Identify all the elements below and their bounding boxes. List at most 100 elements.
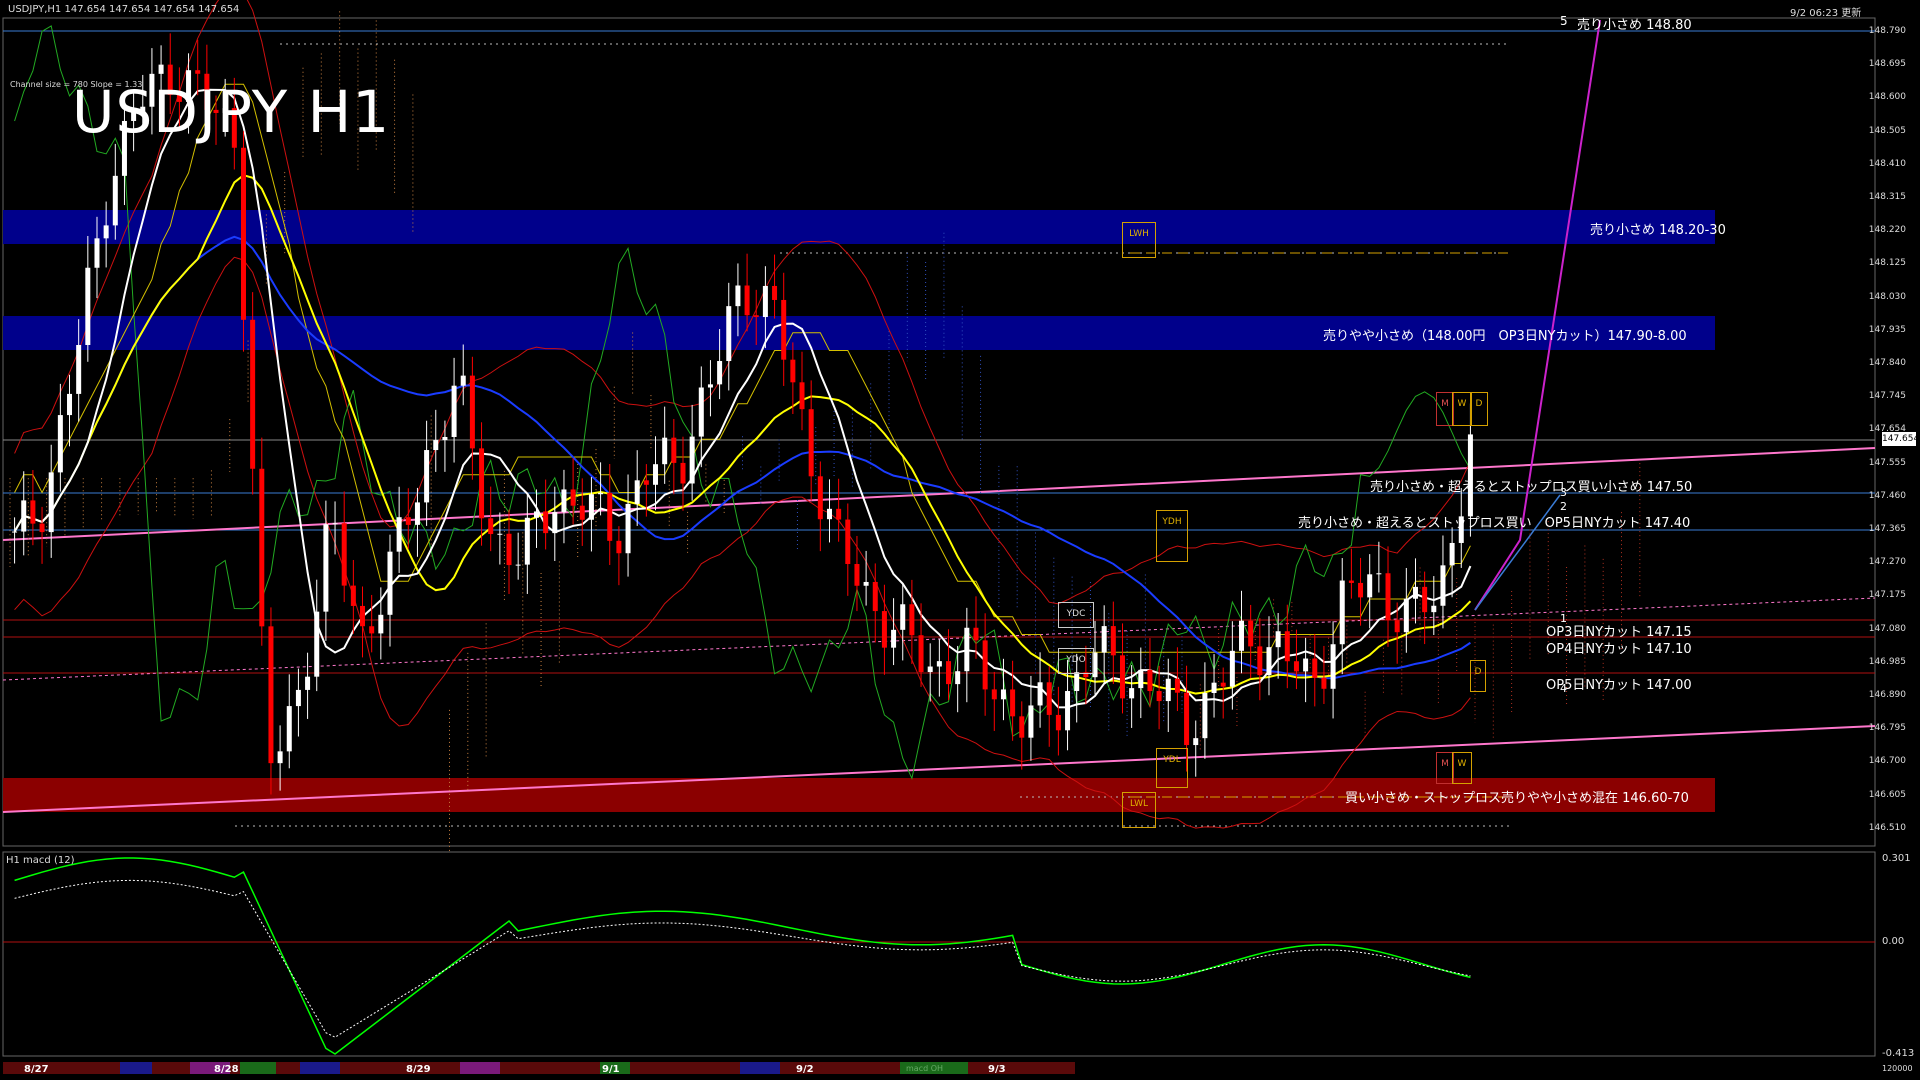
candle-body xyxy=(643,480,649,485)
date-label-1: 8/28 xyxy=(214,1064,239,1075)
price-tick: 146.605 xyxy=(1868,789,1906,800)
price-chart xyxy=(0,0,1920,1080)
candle-body xyxy=(369,626,375,634)
price-tick: 147.175 xyxy=(1868,590,1906,601)
candle-body xyxy=(854,564,860,586)
candle-body xyxy=(1358,582,1364,598)
level-label-147-10: OP4日NYカット 147.10 xyxy=(1546,642,1692,657)
candle-body xyxy=(1348,580,1354,583)
candle-body xyxy=(1000,689,1006,700)
candle-body xyxy=(1174,678,1180,693)
price-tick: 147.365 xyxy=(1868,524,1906,534)
price-tick: 147.555 xyxy=(1868,457,1906,468)
candle-body xyxy=(1257,646,1263,676)
chart-title: USDJPY H1 xyxy=(72,78,391,146)
candle-body xyxy=(1403,598,1409,633)
date-label-hidden: macd OH xyxy=(906,1064,944,1073)
candle-body xyxy=(506,533,512,566)
date-label-0: 8/27 xyxy=(24,1064,49,1075)
price-tick: 148.220 xyxy=(1868,225,1906,236)
candle-body xyxy=(717,361,723,385)
candle-body xyxy=(1202,693,1208,739)
candle-body xyxy=(543,511,549,534)
candle-body xyxy=(195,70,201,74)
candle-body xyxy=(616,540,622,554)
candle-body xyxy=(1046,682,1052,715)
candle-body xyxy=(735,285,741,307)
candle-body xyxy=(112,175,118,226)
candle-body xyxy=(579,505,585,520)
candle-body xyxy=(671,437,677,463)
price-tick: 146.890 xyxy=(1868,690,1906,700)
price-tick: 148.315 xyxy=(1868,192,1906,202)
candle-body xyxy=(1019,716,1025,738)
candle-body xyxy=(1394,620,1400,633)
candle-body xyxy=(259,468,265,627)
candle-body xyxy=(625,503,631,554)
candle-body xyxy=(1211,682,1217,694)
candle-body xyxy=(21,500,27,532)
date-strip-seg xyxy=(300,1062,340,1074)
candle-body xyxy=(1275,631,1281,648)
candle-body xyxy=(1385,573,1391,621)
candle-body xyxy=(826,508,832,520)
level-num-5: 5 xyxy=(1560,14,1568,28)
candle-body xyxy=(707,384,713,388)
candle-body xyxy=(469,375,475,449)
candle-body xyxy=(1312,658,1318,678)
candle-body xyxy=(689,436,695,484)
candle-body xyxy=(48,472,54,533)
candle-body xyxy=(1147,669,1153,692)
w-marker: W xyxy=(1452,392,1472,426)
price-tick: 147.840 xyxy=(1868,358,1906,368)
price-tick: 147.745 xyxy=(1868,391,1906,402)
candle-body xyxy=(451,385,457,437)
candle-body xyxy=(350,585,356,606)
candle-body xyxy=(570,489,576,506)
candle-body xyxy=(1010,689,1016,717)
candle-body xyxy=(817,476,823,520)
price-tick: 148.600 xyxy=(1868,92,1906,103)
symbol-info: USDJPY,H1 147.654 147.654 147.654 147.65… xyxy=(8,4,240,15)
candle-body xyxy=(240,147,246,320)
level-label-147-00: OP5日NYカット 147.00 xyxy=(1546,678,1692,693)
candle-body xyxy=(845,519,851,565)
candle-body xyxy=(158,64,164,74)
price-tick: 147.460 xyxy=(1868,490,1906,501)
candle-body xyxy=(1376,573,1382,575)
date-strip-seg xyxy=(460,1062,500,1074)
date-strip-seg xyxy=(240,1062,276,1074)
price-tick: 148.125 xyxy=(1868,258,1906,269)
price-tick: 146.510 xyxy=(1868,822,1906,833)
candle-body xyxy=(460,375,466,386)
ydo-marker: YDO xyxy=(1058,648,1094,674)
candle-body xyxy=(479,448,485,519)
candle-body xyxy=(781,299,787,360)
candle-body xyxy=(1284,631,1290,662)
candle-body xyxy=(1156,691,1162,702)
candle-body xyxy=(1037,682,1043,706)
candle-body xyxy=(442,436,448,441)
lwl-marker: LWL xyxy=(1122,792,1156,828)
price-tick: 147.270 xyxy=(1868,557,1906,568)
candle-body xyxy=(76,345,82,394)
candle-body xyxy=(863,581,869,586)
candle-body xyxy=(1138,669,1144,689)
candle-body xyxy=(1266,647,1272,676)
candle-body xyxy=(1229,650,1235,687)
zone-label-2: 買い小さめ・ストップロス売りやや小さめ混在 146.60-70 xyxy=(1345,791,1689,806)
candle-body xyxy=(341,523,347,586)
candle-body xyxy=(1449,542,1455,566)
candle-body xyxy=(698,387,704,437)
macd-tick-top: 0.301 xyxy=(1882,853,1911,864)
candle-body xyxy=(1248,620,1254,647)
d-marker-low: D xyxy=(1470,660,1486,692)
candle-body xyxy=(387,551,393,615)
price-tick: 146.985 xyxy=(1868,656,1906,667)
candle-body xyxy=(790,359,796,383)
date-label-3: 9/1 xyxy=(602,1064,620,1075)
candle-body xyxy=(67,393,73,416)
price-tick: 146.795 xyxy=(1868,723,1906,734)
lwh-marker: LWH xyxy=(1122,222,1156,258)
candle-body xyxy=(946,661,952,685)
